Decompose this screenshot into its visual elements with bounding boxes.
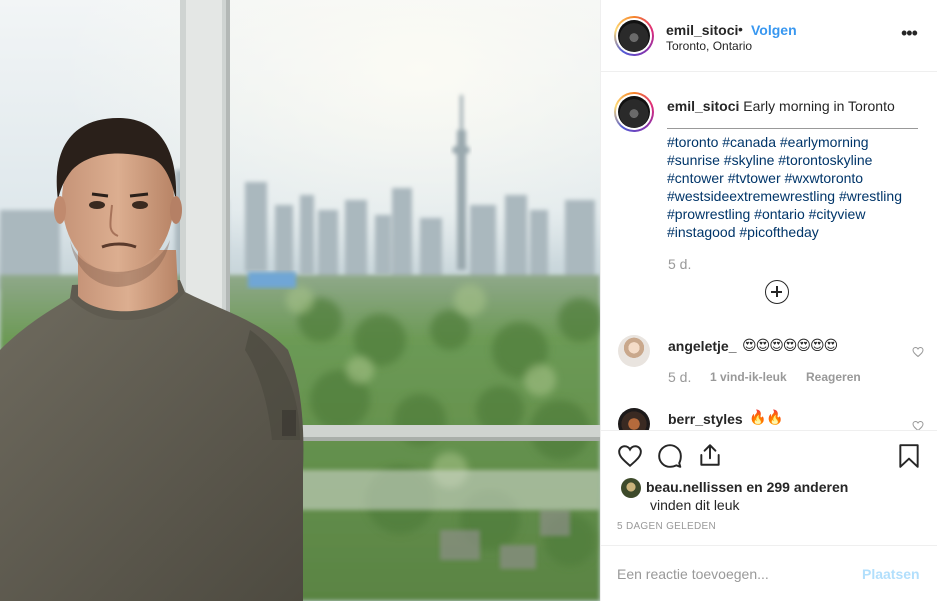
comment-input[interactable]: Een reactie toevoegen... (617, 566, 769, 582)
follow-button[interactable]: Volgen (751, 22, 797, 38)
heart-icon[interactable] (617, 443, 643, 469)
likes-summary-suffix: vinden dit leuk (650, 497, 740, 513)
commenter-avatar[interactable] (618, 335, 650, 367)
hashtag-line[interactable]: #instagood #picoftheday (667, 223, 929, 241)
more-dots-icon[interactable]: ••• (901, 24, 918, 42)
header-separator: • (738, 21, 743, 37)
comment-heart-icon[interactable] (912, 346, 924, 358)
caption-hashtags: #toronto #canada #earlymorning #sunrise … (667, 133, 929, 241)
hashtag-line[interactable]: #toronto #canada #earlymorning (667, 133, 929, 151)
post-photo[interactable] (0, 0, 600, 601)
caption: emil_sitoci Early morning in Toronto (667, 98, 917, 114)
author-avatar[interactable] (614, 16, 654, 56)
plus-circle-icon[interactable] (765, 280, 789, 304)
post-comment-button[interactable]: Plaatsen (862, 566, 920, 582)
post-side-panel: emil_sitoci • Volgen Toronto, Ontario ••… (600, 0, 937, 601)
comment-text: 🔥🔥 (749, 409, 784, 425)
hashtag-line[interactable]: #sunrise #skyline #torontoskyline (667, 151, 929, 169)
hashtag-line[interactable]: #prowrestling #ontario #cityview (667, 205, 929, 223)
share-icon[interactable] (697, 442, 723, 468)
post-photo-illustration (0, 0, 600, 601)
post-location[interactable]: Toronto, Ontario (666, 39, 752, 53)
bookmark-icon[interactable] (897, 443, 921, 469)
hashtag-line[interactable]: #westsideextremewrestling #wrestling (667, 187, 929, 205)
comment-timestamp[interactable]: 5 d. (668, 369, 691, 385)
comments-list[interactable]: emil_sitoci Early morning in Toronto #to… (601, 74, 937, 430)
action-bar-divider (601, 430, 937, 431)
comment-like-count[interactable]: 1 vind-ik-leuk (710, 370, 787, 384)
speech-bubble-icon[interactable] (657, 443, 683, 469)
likes-summary[interactable]: beau.nellissen en 299 anderen (646, 479, 848, 495)
liker-avatar[interactable] (621, 478, 641, 498)
caption-author-avatar[interactable] (614, 92, 654, 132)
caption-divider (667, 128, 918, 129)
caption-text: Early morning in Toronto (743, 98, 895, 114)
comment-username[interactable]: angeletje_ (668, 338, 736, 354)
comment-reply-button[interactable]: Reageren (806, 370, 861, 384)
caption-username[interactable]: emil_sitoci (667, 98, 739, 114)
commenter-avatar[interactable] (618, 408, 650, 430)
hashtag-line[interactable]: #cntower #tvtower #wxwtoronto (667, 169, 929, 187)
post-header: emil_sitoci • Volgen Toronto, Ontario ••… (601, 0, 937, 72)
author-username[interactable]: emil_sitoci (666, 22, 738, 38)
comment-text: 😍😍😍😍😍😍😍 (742, 337, 838, 353)
post-date[interactable]: 5 DAGEN GELEDEN (617, 521, 716, 532)
caption-timestamp[interactable]: 5 d. (668, 256, 691, 272)
comment-heart-icon[interactable] (912, 420, 924, 430)
add-comment-bar: Een reactie toevoegen... Plaatsen (601, 545, 937, 601)
comment-username[interactable]: berr_styles (668, 411, 743, 427)
